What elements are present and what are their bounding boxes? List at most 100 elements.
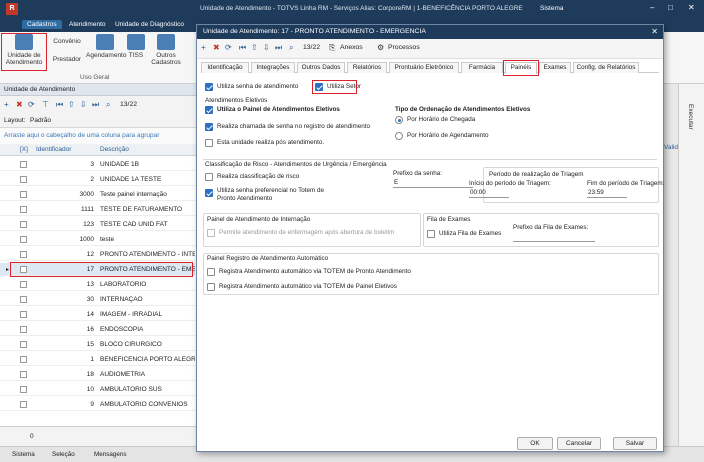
row-checkbox[interactable] (20, 326, 27, 333)
filter-icon[interactable]: ⊤ (42, 100, 49, 109)
registra-pronto-checkbox[interactable] (207, 268, 215, 276)
horario-chegada-radio[interactable] (395, 116, 403, 124)
refresh-icon[interactable]: ⟳ (28, 100, 35, 109)
tab-identificacao[interactable]: Identificação (201, 62, 249, 73)
row-checkbox[interactable] (20, 296, 27, 303)
layout-select[interactable]: Padrão (30, 117, 51, 124)
search-icon[interactable]: ⌕ (289, 43, 293, 53)
row-checkbox[interactable] (20, 311, 27, 318)
outros-cadastros-button[interactable]: Outros Cadastros (148, 34, 184, 66)
prefixo-senha-input[interactable] (393, 178, 473, 188)
horario-agendamento-radio[interactable] (395, 132, 403, 140)
row-checkbox[interactable] (20, 356, 27, 363)
tab-integracoes[interactable]: Integrações (251, 62, 295, 73)
row-checkbox[interactable] (20, 221, 27, 228)
ok-button[interactable]: OK (517, 437, 553, 450)
row-checkbox[interactable] (20, 371, 27, 378)
table-row[interactable]: 30 INTERNAÇÃO (0, 293, 195, 306)
row-checkbox[interactable] (20, 236, 27, 243)
executar-tab[interactable]: Executar (687, 104, 694, 130)
search-icon[interactable]: ⌕ (106, 100, 110, 110)
table-row[interactable]: 3 UNIDADE 1B (0, 158, 195, 171)
table-row[interactable]: 12 PRONTO ATENDIMENTO - INTERNAÇÃO (0, 248, 195, 261)
row-checkbox[interactable] (20, 206, 27, 213)
row-checkbox[interactable] (20, 251, 27, 258)
col-identificador[interactable]: Identificador (36, 146, 71, 153)
tab-unidade-diagnostico[interactable]: Unidade de Diagnóstico (110, 20, 189, 29)
minimize-icon[interactable]: – (650, 3, 654, 12)
status-mensagens[interactable]: Mensagens (94, 451, 127, 458)
painel-eletivos-checkbox[interactable] (205, 106, 213, 114)
tab-atendimento[interactable]: Atendimento (64, 20, 111, 29)
prefixo-fila-input[interactable] (513, 232, 595, 242)
row-checkbox[interactable] (20, 281, 27, 288)
table-row[interactable]: 13 LABORATORIO (0, 278, 195, 291)
table-row[interactable]: 9 AMBULATORIO CONVENIOS (0, 398, 195, 411)
last-icon[interactable]: ⏭ (275, 43, 282, 53)
anexos-button[interactable]: Anexos (340, 44, 363, 51)
registra-eletivos-checkbox[interactable] (207, 283, 215, 291)
row-checkbox[interactable] (20, 386, 27, 393)
convenio-button[interactable]: Convênio (50, 38, 84, 45)
row-checkbox[interactable] (20, 341, 27, 348)
table-row[interactable]: 15 BLOCO CIRURGICO (0, 338, 195, 351)
tab-farmacia[interactable]: Farmácia (461, 62, 503, 73)
delete-icon[interactable]: ✖ (213, 43, 220, 52)
pos-atendimento-checkbox[interactable] (205, 139, 213, 147)
tab-cadastros[interactable]: Cadastros (22, 20, 62, 29)
next-icon[interactable]: ⇩ (263, 43, 270, 52)
status-sistema[interactable]: Sistema (12, 451, 35, 458)
table-row[interactable]: 123 TESTE CAD UNID FAT (0, 218, 195, 231)
processos-button[interactable]: Processos (388, 44, 420, 51)
utiliza-fila-checkbox[interactable] (427, 230, 435, 238)
table-row[interactable]: 10 AMBULATORIO SUS (0, 383, 195, 396)
realiza-chamada-checkbox[interactable] (205, 123, 213, 131)
table-row[interactable]: 14 IMAGEM - IRRADIAL (0, 308, 195, 321)
dialog-close-icon[interactable]: ✕ (651, 27, 658, 36)
inicio-triagem-input[interactable] (469, 188, 509, 198)
tab-exames[interactable]: Exames (539, 62, 571, 73)
first-icon[interactable]: ⏮ (56, 100, 63, 110)
row-checkbox[interactable] (20, 161, 27, 168)
save-button[interactable]: Salvar (613, 437, 657, 450)
up-icon[interactable]: ⇧ (68, 100, 75, 109)
tab-outros-dados[interactable]: Outros Dados (297, 62, 345, 73)
col-descricao[interactable]: Descrição (100, 146, 129, 153)
col-select[interactable]: [X] (20, 146, 28, 153)
refresh-icon[interactable]: ⟳ (225, 43, 232, 52)
table-row[interactable]: 18 AUDIOMETRIA (0, 368, 195, 381)
row-checkbox[interactable] (20, 401, 27, 408)
first-icon[interactable]: ⏮ (239, 43, 246, 53)
add-icon[interactable]: + (201, 43, 206, 52)
fim-triagem-input[interactable] (587, 188, 627, 198)
last-icon[interactable]: ⏭ (92, 100, 99, 110)
row-checkbox[interactable] (20, 191, 27, 198)
tab-relatorios[interactable]: Relatórios (347, 62, 387, 73)
close-icon[interactable]: ✕ (688, 3, 695, 12)
doc-tab[interactable]: Unidade de Atendimento (4, 86, 75, 93)
add-icon[interactable]: + (4, 100, 9, 109)
table-row[interactable]: 16 ENDOSCOPIA (0, 323, 195, 336)
prev-icon[interactable]: ⇧ (251, 43, 258, 52)
tab-config-relatorios[interactable]: Config. de Relatórios (573, 62, 639, 73)
table-row[interactable]: 1000 teste (0, 233, 195, 246)
permite-enfermagem-checkbox[interactable] (207, 229, 215, 237)
row-checkbox[interactable] (20, 176, 27, 183)
down-icon[interactable]: ⇩ (80, 100, 87, 109)
tab-prontuario[interactable]: Prontuário Eletrônico (389, 62, 459, 73)
agendamento-button[interactable]: Agendamento (86, 34, 126, 59)
senha-preferencial-checkbox[interactable] (205, 189, 213, 197)
status-selecao[interactable]: Seleção (52, 451, 75, 458)
utiliza-senha-checkbox[interactable] (205, 83, 213, 91)
table-row[interactable]: 2 UNIDADE 1A TESTE (0, 173, 195, 186)
prestador-button[interactable]: Prestador (50, 56, 84, 63)
table-row[interactable]: 3000 Teste painel internação (0, 188, 195, 201)
maximize-icon[interactable]: □ (668, 3, 673, 12)
unidade-atendimento-button[interactable]: Unidade de Atendimento (1, 33, 47, 71)
cancel-button[interactable]: Cancelar (557, 437, 601, 450)
table-row[interactable]: 1 BENEFICENCIA PORTO ALEGRE (0, 353, 195, 366)
table-row[interactable]: 1111 TESTE DE FATURAMENTO (0, 203, 195, 216)
delete-icon[interactable]: ✖ (16, 100, 23, 109)
realiza-classificacao-checkbox[interactable] (205, 173, 213, 181)
tiss-button[interactable]: TISS (126, 34, 146, 59)
